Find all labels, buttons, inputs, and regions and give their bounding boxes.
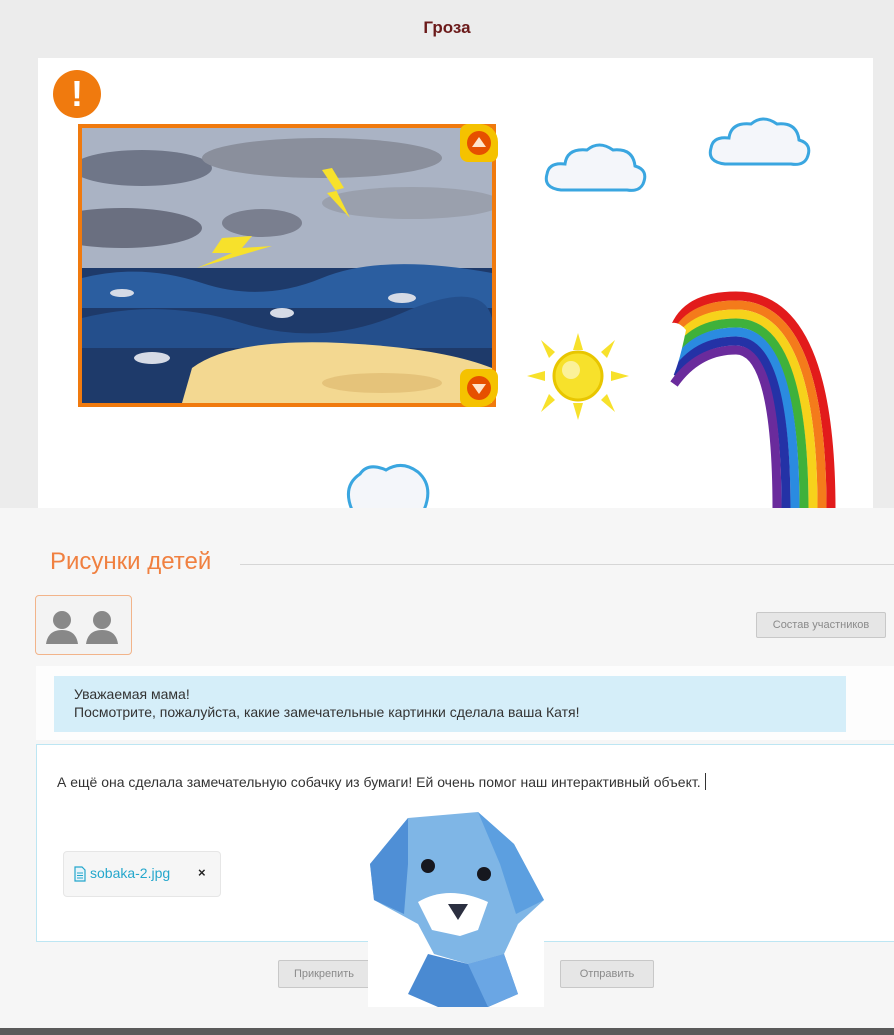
participants-icon <box>86 611 118 644</box>
file-icon <box>74 866 86 882</box>
rainbow-icon[interactable] <box>666 290 841 510</box>
cloud-icon[interactable] <box>342 456 432 510</box>
storm-picture <box>82 128 492 403</box>
attachment-chip[interactable]: sobaka-2.jpg × <box>63 851 221 897</box>
attach-button[interactable]: Прикрепить <box>278 960 370 988</box>
reply-text-content: А ещё она сделала замечательную собачку … <box>57 774 701 790</box>
members-button[interactable]: Состав участников <box>756 612 886 638</box>
bottom-bar <box>0 1028 894 1035</box>
lesson-panel: Гроза ! <box>0 0 894 510</box>
origami-dog-image <box>368 804 544 1007</box>
scroll-down-arrow-icon[interactable] <box>460 369 498 407</box>
message-frame: Уважаемая мама! Посмотрите, пожалуйста, … <box>36 666 894 740</box>
cloud-icon[interactable] <box>541 140 651 198</box>
section-divider <box>240 564 894 565</box>
participants-icon <box>46 611 78 644</box>
send-button[interactable]: Отправить <box>560 960 654 988</box>
remove-attachment-icon[interactable]: × <box>198 865 206 880</box>
message-body: Посмотрите, пожалуйста, какие замечатель… <box>74 704 580 720</box>
scroll-up-arrow-icon[interactable] <box>460 124 498 162</box>
cloud-icon[interactable] <box>705 114 815 172</box>
sun-icon[interactable] <box>523 328 633 423</box>
text-cursor <box>704 773 706 790</box>
teacher-message: Уважаемая мама! Посмотрите, пожалуйста, … <box>54 676 846 732</box>
reply-text[interactable]: А ещё она сделала замечательную собачку … <box>57 773 706 790</box>
message-greeting: Уважаемая мама! <box>74 686 190 702</box>
participants-avatar[interactable] <box>35 595 132 655</box>
attachment-filename[interactable]: sobaka-2.jpg <box>90 865 170 881</box>
lesson-stage: ! <box>38 58 873 510</box>
alert-icon[interactable]: ! <box>53 70 101 118</box>
lesson-title: Гроза <box>423 18 471 37</box>
forum-panel: Рисунки детей Состав участников Уважаема… <box>0 508 894 1028</box>
section-title: Рисунки детей <box>50 548 212 575</box>
storm-picture-frame <box>78 124 498 407</box>
